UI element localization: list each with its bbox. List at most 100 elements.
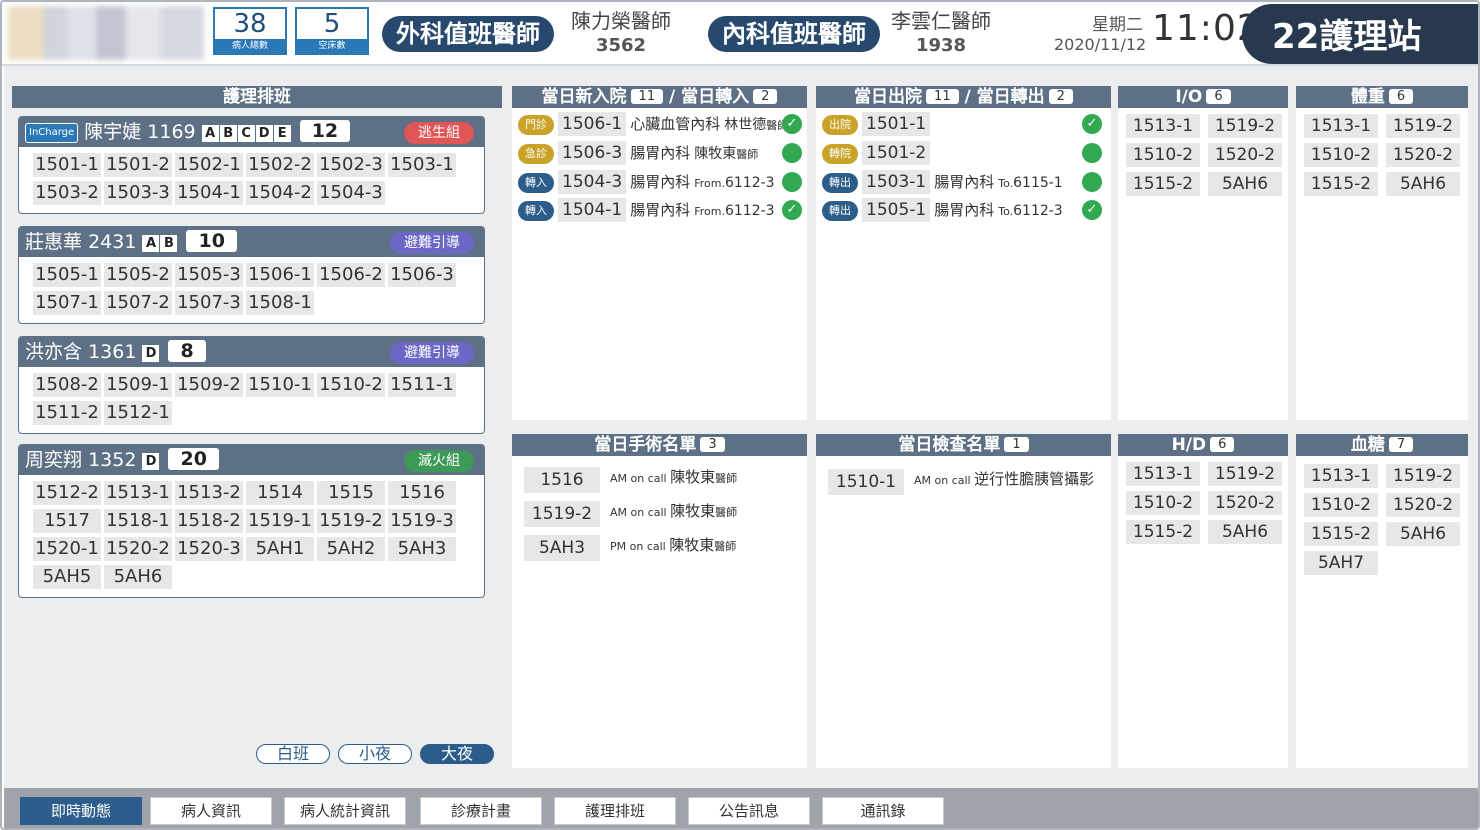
- bed-chip[interactable]: 5AH6: [1208, 520, 1282, 544]
- bed-chip[interactable]: 1510-2: [1126, 491, 1200, 515]
- bed-chip[interactable]: 1508-2: [33, 373, 101, 397]
- bed-chip[interactable]: 1515-2: [1126, 520, 1200, 544]
- discharge-row[interactable]: 轉出 1503-1 腸胃內科 To.6115-1: [822, 170, 1063, 194]
- bed-chip[interactable]: 5AH6: [1208, 172, 1282, 196]
- bed-chip[interactable]: 5AH6: [104, 565, 172, 589]
- bed-chip[interactable]: 1501-1: [33, 153, 101, 177]
- bed-chip[interactable]: 5AH6: [1386, 172, 1460, 196]
- bed-chip[interactable]: 1520-2: [1208, 491, 1282, 515]
- bed-chip[interactable]: 1516: [388, 481, 456, 505]
- admission-row[interactable]: 急診 1506-3 腸胃內科 陳牧東醫師: [518, 141, 758, 165]
- shift-night-button[interactable]: 大夜: [420, 744, 494, 764]
- bed-chip[interactable]: 1508-1: [246, 291, 314, 315]
- bed-chip[interactable]: 1519-2: [1208, 114, 1282, 138]
- nav-tab[interactable]: 公告訊息: [688, 797, 810, 825]
- bed-chip[interactable]: 5AH1: [246, 537, 314, 561]
- admission-row[interactable]: 轉入 1504-1 腸胃內科 From.6112-3: [518, 198, 775, 222]
- nav-tab[interactable]: 病人統計資訊: [284, 797, 406, 825]
- bed-chip[interactable]: 1520-2: [1386, 143, 1460, 167]
- bed-chip[interactable]: 1513-1: [104, 481, 172, 505]
- admission-row[interactable]: 門診 1506-1 心臟血管內科 林世德醫師: [518, 112, 788, 136]
- discharge-row[interactable]: 出院 1501-1: [822, 112, 931, 136]
- bed-chip[interactable]: 1510-1: [246, 373, 314, 397]
- bed-chip[interactable]: 1518-2: [175, 509, 243, 533]
- bed-chip[interactable]: 1504-1: [175, 181, 243, 205]
- bed-chip[interactable]: 1513-1: [1304, 464, 1378, 488]
- bed-chip[interactable]: 1515-2: [1304, 522, 1378, 546]
- surgery-row[interactable]: 1516 AM on call 陳牧東醫師: [524, 466, 737, 493]
- bed-chip[interactable]: 1518-1: [104, 509, 172, 533]
- bed-chip[interactable]: 1506-1: [246, 263, 314, 287]
- bed-chip[interactable]: 1501-2: [104, 153, 172, 177]
- surgery-row[interactable]: 5AH3 PM on call 陳牧東醫師: [524, 534, 736, 561]
- bed-chip[interactable]: 1519-2: [317, 509, 385, 533]
- empty-beds-stat[interactable]: 5 空床數: [295, 7, 369, 55]
- bed-chip[interactable]: 5AH7: [1304, 551, 1378, 575]
- bed-chip[interactable]: 1519-2: [1386, 114, 1460, 138]
- nav-tab[interactable]: 病人資訊: [150, 797, 272, 825]
- bed-chip[interactable]: 5AH2: [317, 537, 385, 561]
- discharge-row[interactable]: 轉出 1505-1 腸胃內科 To.6112-3: [822, 198, 1063, 222]
- bed-chip[interactable]: 1506-2: [317, 263, 385, 287]
- bed-chip[interactable]: 1503-1: [388, 153, 456, 177]
- total-patients-stat[interactable]: 38 病人總數: [213, 7, 287, 55]
- shift-day-button[interactable]: 白班: [256, 744, 330, 764]
- bed-chip[interactable]: 1511-2: [33, 401, 101, 425]
- bed-chip[interactable]: 1505-2: [104, 263, 172, 287]
- bed-chip[interactable]: 1513-1: [1126, 114, 1200, 138]
- bed-chip[interactable]: 1513-2: [175, 481, 243, 505]
- bed-chip[interactable]: 1520-1: [33, 537, 101, 561]
- bed-chip[interactable]: 1503-3: [104, 181, 172, 205]
- bed-chip[interactable]: 1513-1: [1126, 462, 1200, 486]
- bed-chip[interactable]: 1505-1: [33, 263, 101, 287]
- bed-chip[interactable]: 1510-2: [317, 373, 385, 397]
- bed-chip[interactable]: 1520-2: [1208, 143, 1282, 167]
- bed-chip[interactable]: 1504-3: [317, 181, 385, 205]
- bed-chip[interactable]: 1519-3: [388, 509, 456, 533]
- bed-chip[interactable]: 1515: [317, 481, 385, 505]
- bed-chip[interactable]: 1504-2: [246, 181, 314, 205]
- bed-chip[interactable]: 5AH3: [388, 537, 456, 561]
- bed-chip[interactable]: 1515-2: [1304, 172, 1378, 196]
- bed-chip[interactable]: 1505-3: [175, 263, 243, 287]
- bed-chip[interactable]: 1509-1: [104, 373, 172, 397]
- nav-tab[interactable]: 通訊錄: [822, 797, 944, 825]
- bed-chip[interactable]: 1506-3: [388, 263, 456, 287]
- bed-chip[interactable]: 1509-2: [175, 373, 243, 397]
- surgery-row[interactable]: 1519-2 AM on call 陳牧東醫師: [524, 500, 737, 527]
- bed-chip[interactable]: 1519-2: [1386, 464, 1460, 488]
- bottom-nav: 即時動態 病人資訊 病人統計資訊 診療計畫 護理排班 公告訊息 通訊錄: [4, 788, 1478, 828]
- nav-tab[interactable]: 護理排班: [554, 797, 676, 825]
- bed-chip[interactable]: 1520-2: [104, 537, 172, 561]
- bed-chip[interactable]: 1517: [33, 509, 101, 533]
- bed-chip[interactable]: 1519-2: [1208, 462, 1282, 486]
- nav-tab[interactable]: 即時動態: [20, 797, 142, 825]
- bed-chip[interactable]: 1512-2: [33, 481, 101, 505]
- bed-chip[interactable]: 1513-1: [1304, 114, 1378, 138]
- bed-chip[interactable]: 1502-3: [317, 153, 385, 177]
- bed-chip[interactable]: 1510-2: [1304, 493, 1378, 517]
- admission-transfer-label: 當日轉入: [681, 87, 750, 107]
- bed-chip[interactable]: 1507-1: [33, 291, 101, 315]
- exam-row[interactable]: 1510-1 AM on call 逆行性膽胰管攝影: [828, 468, 1094, 495]
- bed-chip[interactable]: 1510-2: [1126, 143, 1200, 167]
- shift-evening-button[interactable]: 小夜: [338, 744, 412, 764]
- bed-chip[interactable]: 1515-2: [1126, 172, 1200, 196]
- bed-chip[interactable]: 1512-1: [104, 401, 172, 425]
- bed-chip[interactable]: 1502-1: [175, 153, 243, 177]
- bed-chip[interactable]: 1507-2: [104, 291, 172, 315]
- bed-chip[interactable]: 1514: [246, 481, 314, 505]
- bed-chip[interactable]: 1519-1: [246, 509, 314, 533]
- discharge-row[interactable]: 轉院 1501-2: [822, 141, 931, 165]
- bed-chip[interactable]: 1511-1: [388, 373, 456, 397]
- admission-row[interactable]: 轉入 1504-3 腸胃內科 From.6112-3: [518, 170, 775, 194]
- bed-chip[interactable]: 5AH6: [1386, 522, 1460, 546]
- bed-chip[interactable]: 1510-2: [1304, 143, 1378, 167]
- bed-chip[interactable]: 1502-2: [246, 153, 314, 177]
- nav-tab[interactable]: 診療計畫: [420, 797, 542, 825]
- bed-chip[interactable]: 5AH5: [33, 565, 101, 589]
- bed-chip[interactable]: 1520-3: [175, 537, 243, 561]
- bed-chip[interactable]: 1507-3: [175, 291, 243, 315]
- bed-chip[interactable]: 1503-2: [33, 181, 101, 205]
- bed-chip[interactable]: 1520-2: [1386, 493, 1460, 517]
